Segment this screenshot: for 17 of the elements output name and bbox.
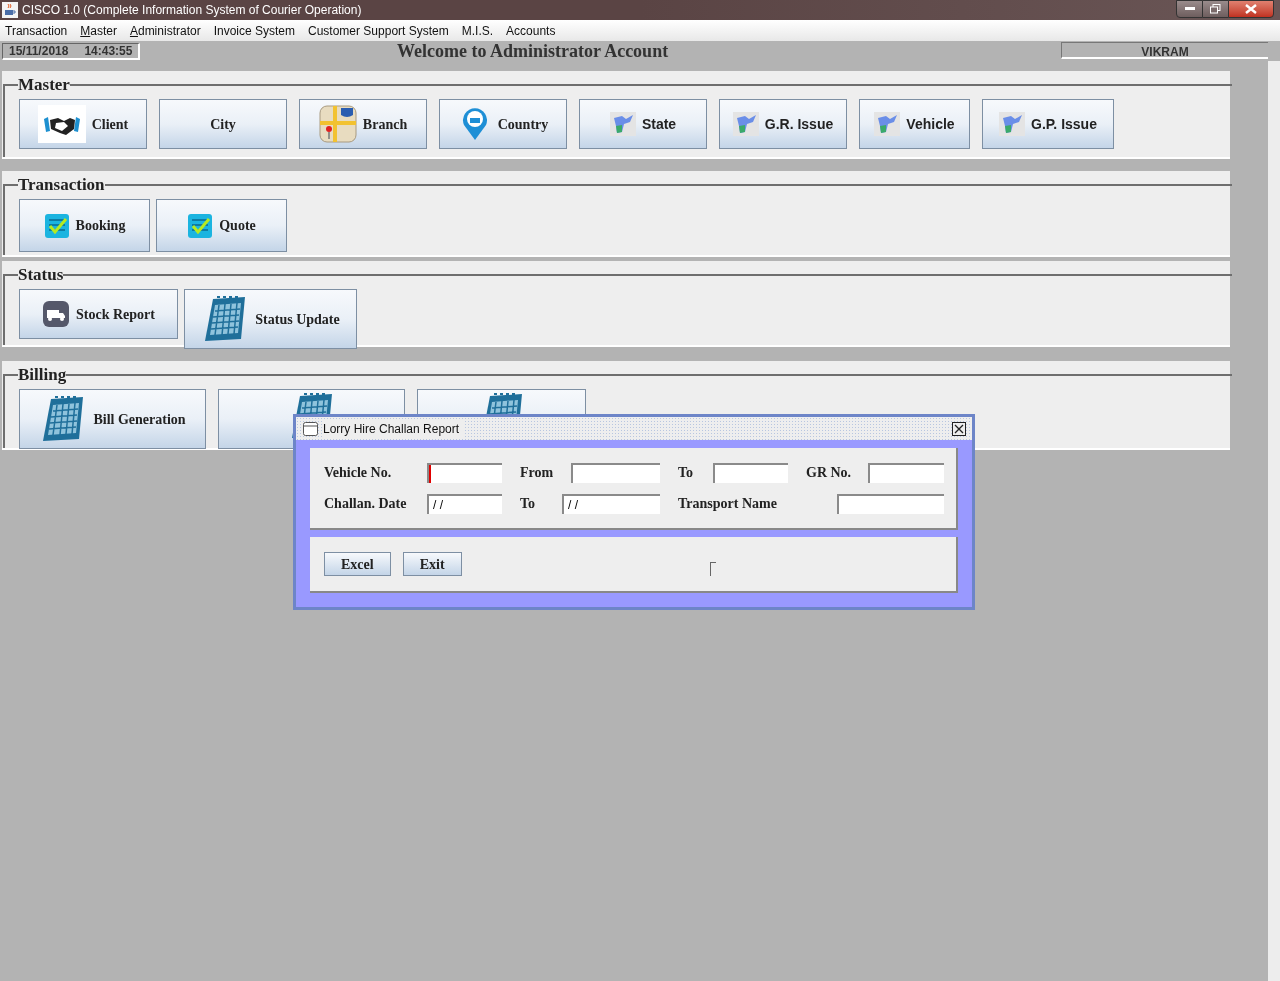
window-title: CISCO 1.0 (Complete Information System of Courier Operation): [22, 2, 362, 19]
time-text: 14:43:55: [84, 42, 133, 60]
section-title: Billing: [18, 365, 67, 384]
date-text: 15/11/2018: [9, 42, 69, 60]
field-label: From: [520, 464, 555, 482]
field-label: Vehicle No.: [324, 464, 393, 482]
field-label: To: [520, 495, 537, 513]
user-name-box: VIKRAM: [1061, 42, 1268, 59]
welcome-text: Welcome to Administrator Account: [397, 39, 669, 63]
field-label: To: [678, 464, 695, 482]
section-title: Status: [18, 265, 64, 284]
field-label: GR No.: [806, 464, 853, 482]
field-label: Transport Name: [678, 495, 778, 513]
section-title: Master: [18, 75, 70, 94]
section-title: Transaction: [18, 175, 105, 194]
field-label: Challan. Date: [324, 495, 408, 513]
dialog-title: Lorry Hire Challan Report: [323, 419, 466, 438]
